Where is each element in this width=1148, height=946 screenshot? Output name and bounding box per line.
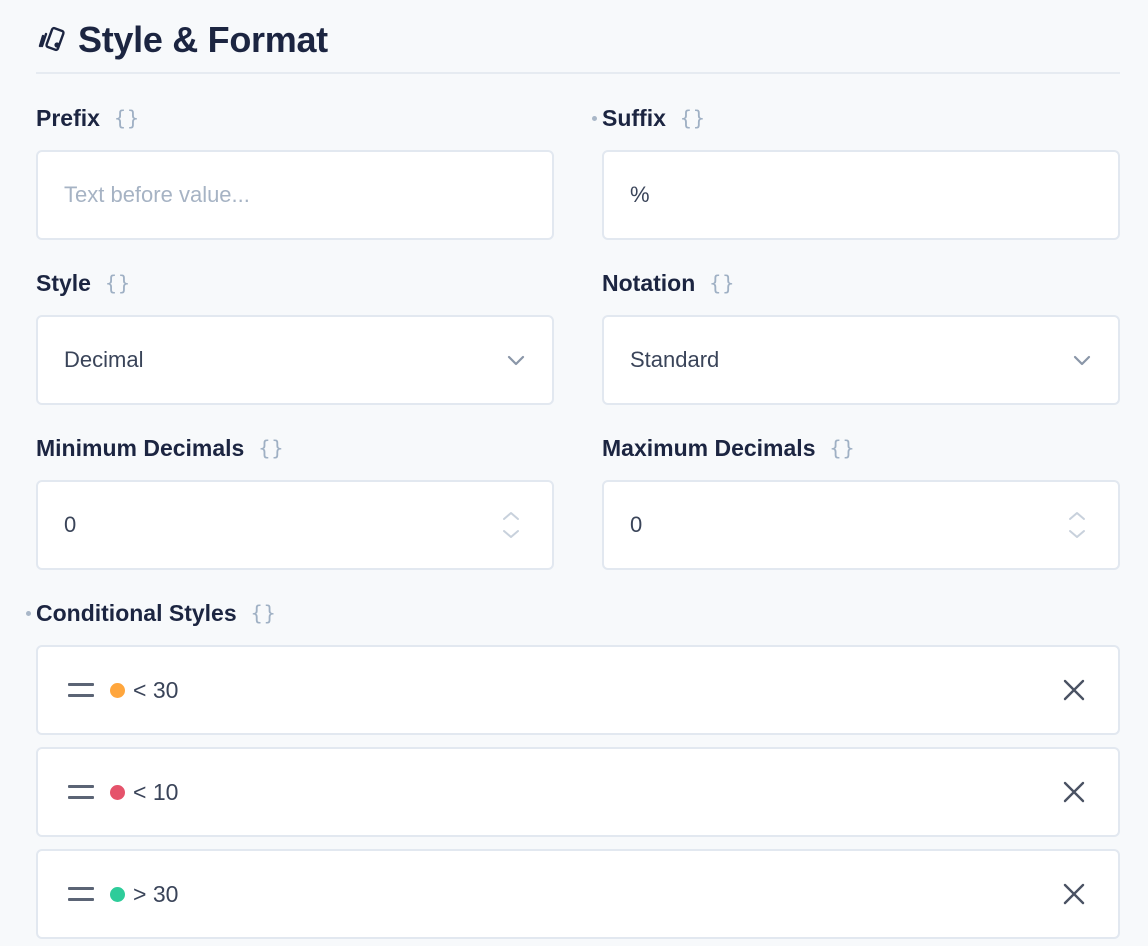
style-field: Style {} Decimal bbox=[36, 268, 554, 405]
style-select[interactable]: Decimal bbox=[36, 315, 554, 405]
notation-dynamic-braces-icon[interactable]: {} bbox=[709, 271, 735, 295]
suffix-label: Suffix bbox=[602, 104, 666, 131]
drag-handle-icon[interactable] bbox=[68, 887, 94, 901]
conditional-styles-label-row: Conditional Styles {} bbox=[36, 598, 1120, 628]
stepper-up-icon[interactable] bbox=[502, 511, 520, 521]
min-decimals-value: 0 bbox=[64, 512, 77, 537]
max-decimals-stepper[interactable] bbox=[1068, 511, 1086, 539]
min-decimals-field: Minimum Decimals {} 0 bbox=[36, 433, 554, 570]
suffix-label-row: Suffix {} bbox=[602, 103, 1120, 133]
condition-text: < 10 bbox=[133, 778, 179, 805]
prefix-label: Prefix bbox=[36, 104, 100, 131]
max-decimals-label: Maximum Decimals bbox=[602, 434, 816, 461]
section-title: Style & Format bbox=[78, 19, 328, 60]
prefix-label-row: Prefix {} bbox=[36, 103, 554, 133]
max-decimals-field: Maximum Decimals {} 0 bbox=[602, 433, 1120, 570]
notation-select[interactable]: Standard bbox=[602, 315, 1120, 405]
conditional-style-row[interactable]: < 30 bbox=[36, 645, 1120, 735]
condition-color-dot bbox=[110, 784, 125, 800]
conditional-styles-modified-dot bbox=[26, 611, 31, 616]
prefix-dynamic-braces-icon[interactable]: {} bbox=[114, 106, 140, 130]
prefix-input-placeholder: Text before value... bbox=[64, 182, 250, 207]
close-icon[interactable] bbox=[1062, 882, 1086, 906]
max-decimals-value: 0 bbox=[630, 512, 643, 537]
stepper-down-icon[interactable] bbox=[1068, 529, 1086, 539]
section-header: Style & Format bbox=[36, 18, 328, 62]
conditional-styles-dynamic-braces-icon[interactable]: {} bbox=[251, 601, 277, 625]
min-decimals-label-row: Minimum Decimals {} bbox=[36, 433, 554, 463]
conditional-style-row[interactable]: > 30 bbox=[36, 849, 1120, 939]
style-label: Style bbox=[36, 269, 91, 296]
paint-brush-icon bbox=[36, 23, 70, 57]
min-decimals-label: Minimum Decimals bbox=[36, 434, 245, 461]
drag-handle-icon[interactable] bbox=[68, 683, 94, 697]
stepper-up-icon[interactable] bbox=[1068, 511, 1086, 521]
min-decimals-dynamic-braces-icon[interactable]: {} bbox=[258, 436, 284, 460]
suffix-field: Suffix {} % bbox=[602, 103, 1120, 240]
notation-label-row: Notation {} bbox=[602, 268, 1120, 298]
style-dynamic-braces-icon[interactable]: {} bbox=[105, 271, 131, 295]
condition-color-dot bbox=[110, 886, 125, 902]
chevron-down-icon bbox=[507, 355, 525, 366]
min-decimals-input[interactable]: 0 bbox=[36, 480, 554, 570]
chevron-down-icon bbox=[1073, 355, 1091, 366]
max-decimals-dynamic-braces-icon[interactable]: {} bbox=[829, 436, 855, 460]
condition-text: > 30 bbox=[133, 880, 179, 907]
suffix-dynamic-braces-icon[interactable]: {} bbox=[680, 106, 706, 130]
header-divider bbox=[36, 72, 1120, 74]
condition-color-dot bbox=[110, 682, 125, 698]
close-icon[interactable] bbox=[1062, 780, 1086, 804]
style-select-value: Decimal bbox=[64, 347, 144, 372]
condition-text: < 30 bbox=[133, 676, 179, 703]
suffix-modified-dot bbox=[592, 116, 597, 121]
suffix-input-value: % bbox=[630, 182, 650, 207]
prefix-input[interactable]: Text before value... bbox=[36, 150, 554, 240]
stepper-down-icon[interactable] bbox=[502, 529, 520, 539]
close-icon[interactable] bbox=[1062, 678, 1086, 702]
max-decimals-label-row: Maximum Decimals {} bbox=[602, 433, 1120, 463]
notation-field: Notation {} Standard bbox=[602, 268, 1120, 405]
style-label-row: Style {} bbox=[36, 268, 554, 298]
max-decimals-input[interactable]: 0 bbox=[602, 480, 1120, 570]
suffix-input[interactable]: % bbox=[602, 150, 1120, 240]
min-decimals-stepper[interactable] bbox=[502, 511, 520, 539]
drag-handle-icon[interactable] bbox=[68, 785, 94, 799]
notation-label: Notation bbox=[602, 269, 696, 296]
conditional-styles-field: Conditional Styles {} bbox=[36, 598, 1120, 628]
prefix-field: Prefix {} Text before value... bbox=[36, 103, 554, 240]
conditional-style-row[interactable]: < 10 bbox=[36, 747, 1120, 837]
conditional-styles-label: Conditional Styles bbox=[36, 599, 237, 626]
notation-select-value: Standard bbox=[630, 347, 720, 372]
